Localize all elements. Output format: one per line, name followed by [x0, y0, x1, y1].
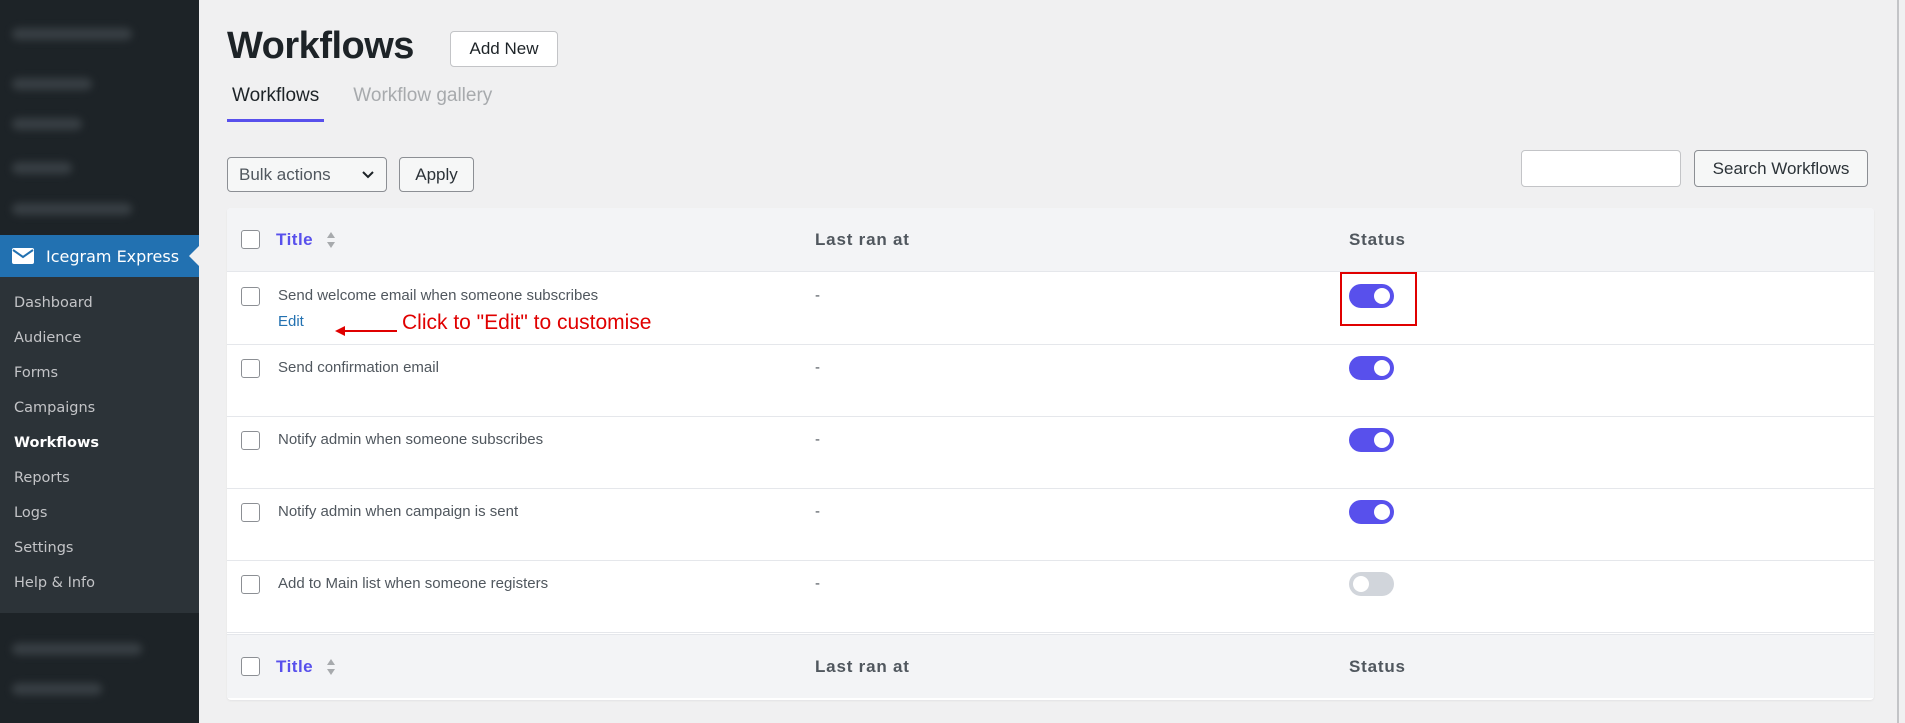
last-ran-value: -	[815, 503, 820, 520]
page-title: Workflows	[227, 25, 414, 67]
sidebar-item-workflows[interactable]: Workflows	[0, 428, 199, 463]
table-row: Notify admin when campaign is sent -	[227, 489, 1874, 561]
sidebar-plugin-label: Icegram Express	[46, 246, 180, 266]
annotation-highlight-box	[1340, 272, 1417, 326]
current-menu-pointer	[189, 246, 199, 266]
toggle-knob	[1374, 432, 1390, 448]
bulk-actions-label: Bulk actions	[239, 164, 331, 184]
sidebar-item-settings[interactable]: Settings	[0, 533, 199, 568]
column-last-ran-header: Last ran at	[815, 230, 910, 249]
table-footer: Title Last ran at Status	[227, 634, 1874, 698]
workflow-title[interactable]: Send welcome email when someone subscrib…	[278, 287, 598, 304]
scrollbar-edge	[1897, 0, 1899, 723]
apply-button[interactable]: Apply	[399, 157, 474, 192]
sidebar-item-forms[interactable]: Forms	[0, 358, 199, 393]
select-all-checkbox[interactable]	[241, 230, 260, 249]
sidebar-plugin-icegram-express[interactable]: Icegram Express	[0, 235, 199, 277]
column-title-footer[interactable]: Title	[276, 657, 313, 677]
last-ran-value: -	[815, 431, 820, 448]
sidebar-item-reports[interactable]: Reports	[0, 463, 199, 498]
table-row: Send welcome email when someone subscrib…	[227, 272, 1874, 345]
row-checkbox[interactable]	[241, 287, 260, 306]
workflow-title[interactable]: Send confirmation email	[278, 359, 439, 376]
chevron-down-icon	[360, 167, 376, 188]
sidebar-item-logs[interactable]: Logs	[0, 498, 199, 533]
edit-link[interactable]: Edit	[278, 313, 304, 330]
column-status-header: Status	[1349, 230, 1406, 249]
table-header: Title Last ran at Status	[227, 208, 1874, 272]
last-ran-value: -	[815, 359, 820, 376]
sidebar-item-help[interactable]: Help & Info	[0, 568, 199, 603]
table-row: Send confirmation email -	[227, 345, 1874, 417]
sidebar-item-dashboard[interactable]: Dashboard	[0, 288, 199, 323]
status-toggle[interactable]	[1349, 572, 1394, 596]
toggle-knob	[1374, 360, 1390, 376]
envelope-icon	[12, 248, 34, 264]
plugin-submenu: Dashboard Audience Forms Campaigns Workf…	[0, 277, 199, 613]
tab-workflow-gallery[interactable]: Workflow gallery	[348, 82, 497, 122]
annotation-text: Click to "Edit" to customise	[402, 311, 652, 334]
last-ran-value: -	[815, 287, 820, 304]
annotation-arrow-icon	[335, 321, 397, 340]
table-row: Notify admin when someone subscribes -	[227, 417, 1874, 489]
workflow-title[interactable]: Add to Main list when someone registers	[278, 575, 548, 592]
search-workflows-button[interactable]: Search Workflows	[1694, 150, 1868, 187]
blurred-menu-top	[0, 0, 199, 235]
admin-sidebar: Icegram Express Dashboard Audience Forms…	[0, 0, 199, 723]
blurred-menu-bottom	[0, 613, 199, 723]
tab-bar: Workflows Workflow gallery	[227, 82, 521, 122]
main-content: Workflows Add New Workflows Workflow gal…	[199, 0, 1905, 723]
status-toggle[interactable]	[1349, 356, 1394, 380]
toggle-knob	[1353, 576, 1369, 592]
row-checkbox[interactable]	[241, 503, 260, 522]
last-ran-value: -	[815, 575, 820, 592]
column-last-ran-footer: Last ran at	[815, 657, 910, 676]
sort-icon[interactable]	[326, 230, 336, 254]
workflow-title[interactable]: Notify admin when someone subscribes	[278, 431, 543, 448]
bulk-actions-select[interactable]: Bulk actions	[227, 157, 387, 192]
row-checkbox[interactable]	[241, 431, 260, 450]
status-toggle[interactable]	[1349, 500, 1394, 524]
status-toggle[interactable]	[1349, 428, 1394, 452]
tab-workflows[interactable]: Workflows	[227, 82, 325, 122]
row-checkbox[interactable]	[241, 575, 260, 594]
column-title-header[interactable]: Title	[276, 230, 313, 250]
row-checkbox[interactable]	[241, 359, 260, 378]
select-all-checkbox-footer[interactable]	[241, 657, 260, 676]
sidebar-item-audience[interactable]: Audience	[0, 323, 199, 358]
sidebar-item-campaigns[interactable]: Campaigns	[0, 393, 199, 428]
column-status-footer: Status	[1349, 657, 1406, 676]
toggle-knob	[1374, 504, 1390, 520]
add-new-button[interactable]: Add New	[450, 31, 558, 67]
table-row: Add to Main list when someone registers …	[227, 561, 1874, 633]
search-input[interactable]	[1521, 150, 1681, 187]
workflows-table: Title Last ran at Status Send welcome em…	[227, 208, 1874, 700]
workflow-title[interactable]: Notify admin when campaign is sent	[278, 503, 518, 520]
sort-icon[interactable]	[326, 657, 336, 681]
